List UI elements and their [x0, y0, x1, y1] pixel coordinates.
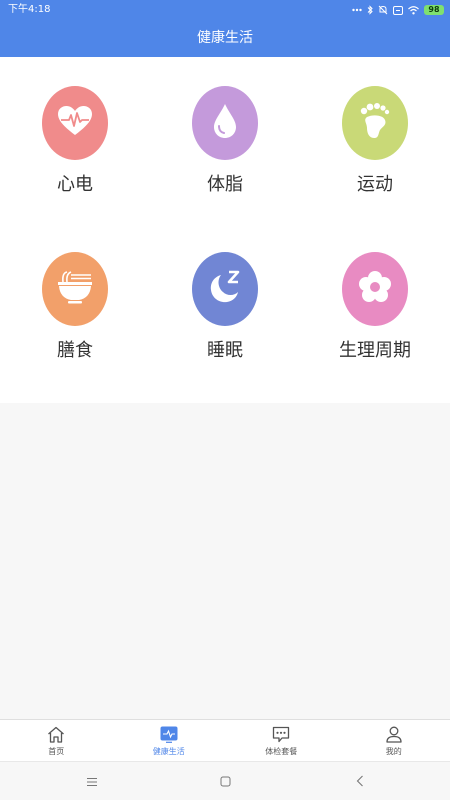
- mute-icon: [378, 5, 388, 15]
- battery-icon: 98: [424, 5, 444, 15]
- bluetooth-icon: [367, 5, 373, 15]
- heart-ecg-icon: [57, 105, 93, 141]
- user-icon: [385, 725, 403, 743]
- tab-home[interactable]: 首页: [0, 720, 113, 761]
- dots-icon: [352, 7, 362, 13]
- feature-grid: 心电 体脂 运动 膳食 睡眠 生理周期: [0, 57, 450, 403]
- footprint-icon: [358, 102, 392, 144]
- status-bar: 下午4:18 98: [0, 0, 450, 20]
- feature-body-fat[interactable]: 体脂: [150, 86, 300, 196]
- tab-checkup-package[interactable]: 体检套餐: [225, 720, 338, 761]
- menu-button[interactable]: [72, 762, 112, 800]
- feature-exercise[interactable]: 运动: [300, 86, 450, 196]
- content-empty-area: [0, 403, 450, 719]
- sim-icon: [393, 5, 403, 15]
- moon-sleep-icon: [207, 269, 243, 309]
- diet-circle: [42, 252, 108, 326]
- pulse-icon: [160, 725, 178, 743]
- system-nav-bar: [0, 761, 450, 800]
- noodle-bowl-icon: [57, 270, 93, 308]
- feature-exercise-label: 运动: [357, 174, 393, 195]
- feature-diet[interactable]: 膳食: [0, 252, 150, 362]
- feature-sleep[interactable]: 睡眠: [150, 252, 300, 362]
- cycle-circle: [342, 252, 408, 326]
- feature-cycle[interactable]: 生理周期: [300, 252, 450, 362]
- back-icon: [356, 772, 364, 791]
- feature-sleep-label: 睡眠: [207, 340, 243, 361]
- feature-ecg[interactable]: 心电: [0, 86, 150, 196]
- status-icons: 98: [352, 0, 444, 20]
- tab-checkup-package-label: 体检套餐: [265, 747, 298, 756]
- menu-icon: [86, 772, 98, 791]
- feature-body-fat-label: 体脂: [207, 174, 243, 195]
- body-fat-circle: [192, 86, 258, 160]
- exercise-circle: [342, 86, 408, 160]
- tab-home-label: 首页: [48, 747, 65, 756]
- tab-mine-label: 我的: [385, 747, 402, 756]
- feature-ecg-label: 心电: [57, 174, 93, 195]
- bottom-tab-bar: 首页 健康生活 体检套餐 我的: [0, 719, 450, 761]
- feature-cycle-label: 生理周期: [339, 340, 411, 361]
- tab-mine[interactable]: 我的: [338, 720, 450, 761]
- system-home-button[interactable]: [205, 762, 245, 800]
- page-title: 健康生活: [197, 30, 253, 46]
- ecg-circle: [42, 86, 108, 160]
- wifi-icon: [408, 5, 419, 15]
- chat-bubble-icon: [272, 725, 290, 743]
- home-icon: [47, 725, 65, 743]
- app-header: 下午4:18 98 健康生活: [0, 0, 450, 57]
- flower-icon: [358, 270, 392, 308]
- tab-healthy-life[interactable]: 健康生活: [113, 720, 226, 761]
- feature-diet-label: 膳食: [57, 340, 93, 361]
- status-time: 下午4:18: [8, 4, 51, 15]
- system-back-button[interactable]: [340, 762, 380, 800]
- sleep-circle: [192, 252, 258, 326]
- tab-healthy-life-label: 健康生活: [152, 747, 185, 756]
- home-square-icon: [220, 772, 231, 791]
- water-drop-icon: [212, 103, 238, 143]
